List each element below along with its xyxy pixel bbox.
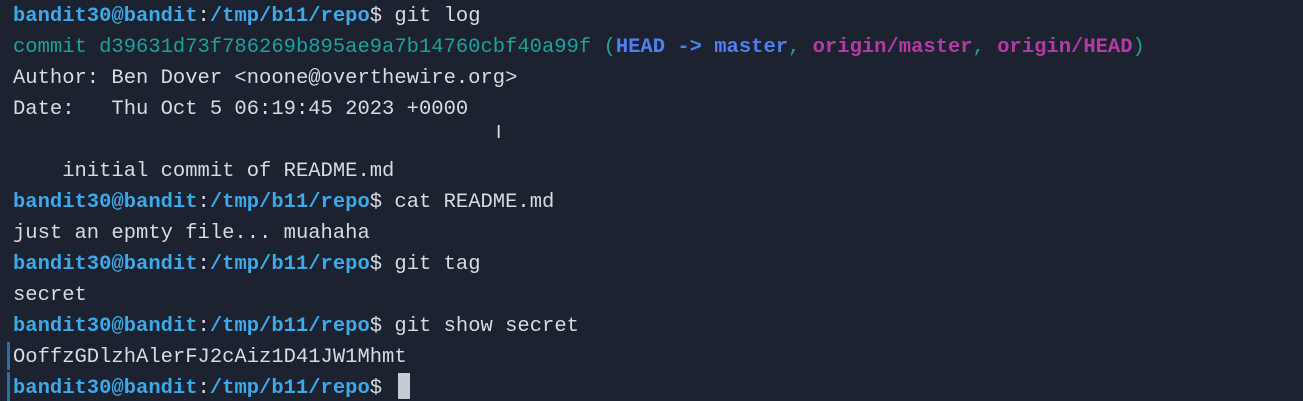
commit-message-line: initial commit of README.md	[13, 160, 395, 183]
tag-output-line: secret	[13, 284, 87, 307]
command-text: git log	[394, 5, 481, 28]
date-line: Date: Thu Oct 5 06:19:45 2023 +0000	[13, 98, 469, 121]
readme-output-line: just an epmty file... muahaha	[13, 222, 370, 245]
terminal-line-current-prompt[interactable]: bandit30@bandit:/tmp/b11/repo$	[13, 373, 1303, 401]
prompt-path: /tmp/b11/repo	[209, 5, 370, 28]
branch-master: master	[714, 36, 789, 59]
prompt-colon: :	[197, 191, 210, 214]
text-cursor	[398, 373, 411, 399]
remote-origin-master: origin/master	[812, 36, 973, 59]
commit-line: commit d39631d73f786269b895ae9a7b14760cb…	[13, 32, 1303, 63]
prompt-user: bandit30@bandit	[13, 253, 198, 276]
prompt-dollar: $	[369, 253, 395, 276]
command-text: cat README.md	[394, 191, 555, 214]
ref-arrow: ->	[665, 36, 715, 59]
prompt-colon: :	[197, 5, 210, 28]
terminal-window[interactable]: bandit30@bandit:/tmp/b11/repo$ git log c…	[0, 0, 1303, 401]
ibeam-cursor-icon: I	[496, 122, 502, 143]
remote-origin-head: origin/HEAD	[997, 36, 1133, 59]
prompt-colon: :	[197, 377, 210, 400]
command-text: git show secret	[394, 315, 579, 338]
prompt-dollar: $	[369, 315, 395, 338]
prompt-user: bandit30@bandit	[13, 315, 198, 338]
scroll-marker-bottom	[7, 372, 10, 401]
prompt-dollar: $	[369, 377, 395, 400]
secret-output-line: OoffzGDlzhAlerFJ2cAiz1D41JW1Mhmt	[13, 346, 407, 369]
command-text: git tag	[394, 253, 481, 276]
prompt-user: bandit30@bandit	[13, 5, 198, 28]
terminal-line-cat: bandit30@bandit:/tmp/b11/repo$ cat READM…	[13, 187, 1303, 218]
terminal-line-git-show: bandit30@bandit:/tmp/b11/repo$ git show …	[13, 311, 1303, 342]
open-paren: (	[603, 36, 616, 59]
author-line: Author: Ben Dover <noone@overthewire.org…	[13, 67, 518, 90]
ref-separator: ,	[788, 36, 813, 59]
commit-hash: commit d39631d73f786269b895ae9a7b14760cb…	[13, 36, 604, 59]
prompt-path: /tmp/b11/repo	[209, 315, 370, 338]
prompt-colon: :	[197, 253, 210, 276]
scroll-marker-top	[7, 342, 10, 370]
terminal-line-git-log: bandit30@bandit:/tmp/b11/repo$ git log	[13, 1, 1303, 32]
prompt-path: /tmp/b11/repo	[209, 253, 370, 276]
prompt-dollar: $	[369, 5, 395, 28]
close-paren: )	[1132, 36, 1145, 59]
terminal-line-git-tag: bandit30@bandit:/tmp/b11/repo$ git tag	[13, 249, 1303, 280]
prompt-dollar: $	[369, 191, 395, 214]
prompt-user: bandit30@bandit	[13, 377, 198, 400]
prompt-path: /tmp/b11/repo	[209, 191, 370, 214]
prompt-colon: :	[197, 315, 210, 338]
ref-separator: ,	[972, 36, 998, 59]
head-ref: HEAD	[615, 36, 666, 59]
prompt-user: bandit30@bandit	[13, 191, 198, 214]
prompt-path: /tmp/b11/repo	[209, 377, 370, 400]
